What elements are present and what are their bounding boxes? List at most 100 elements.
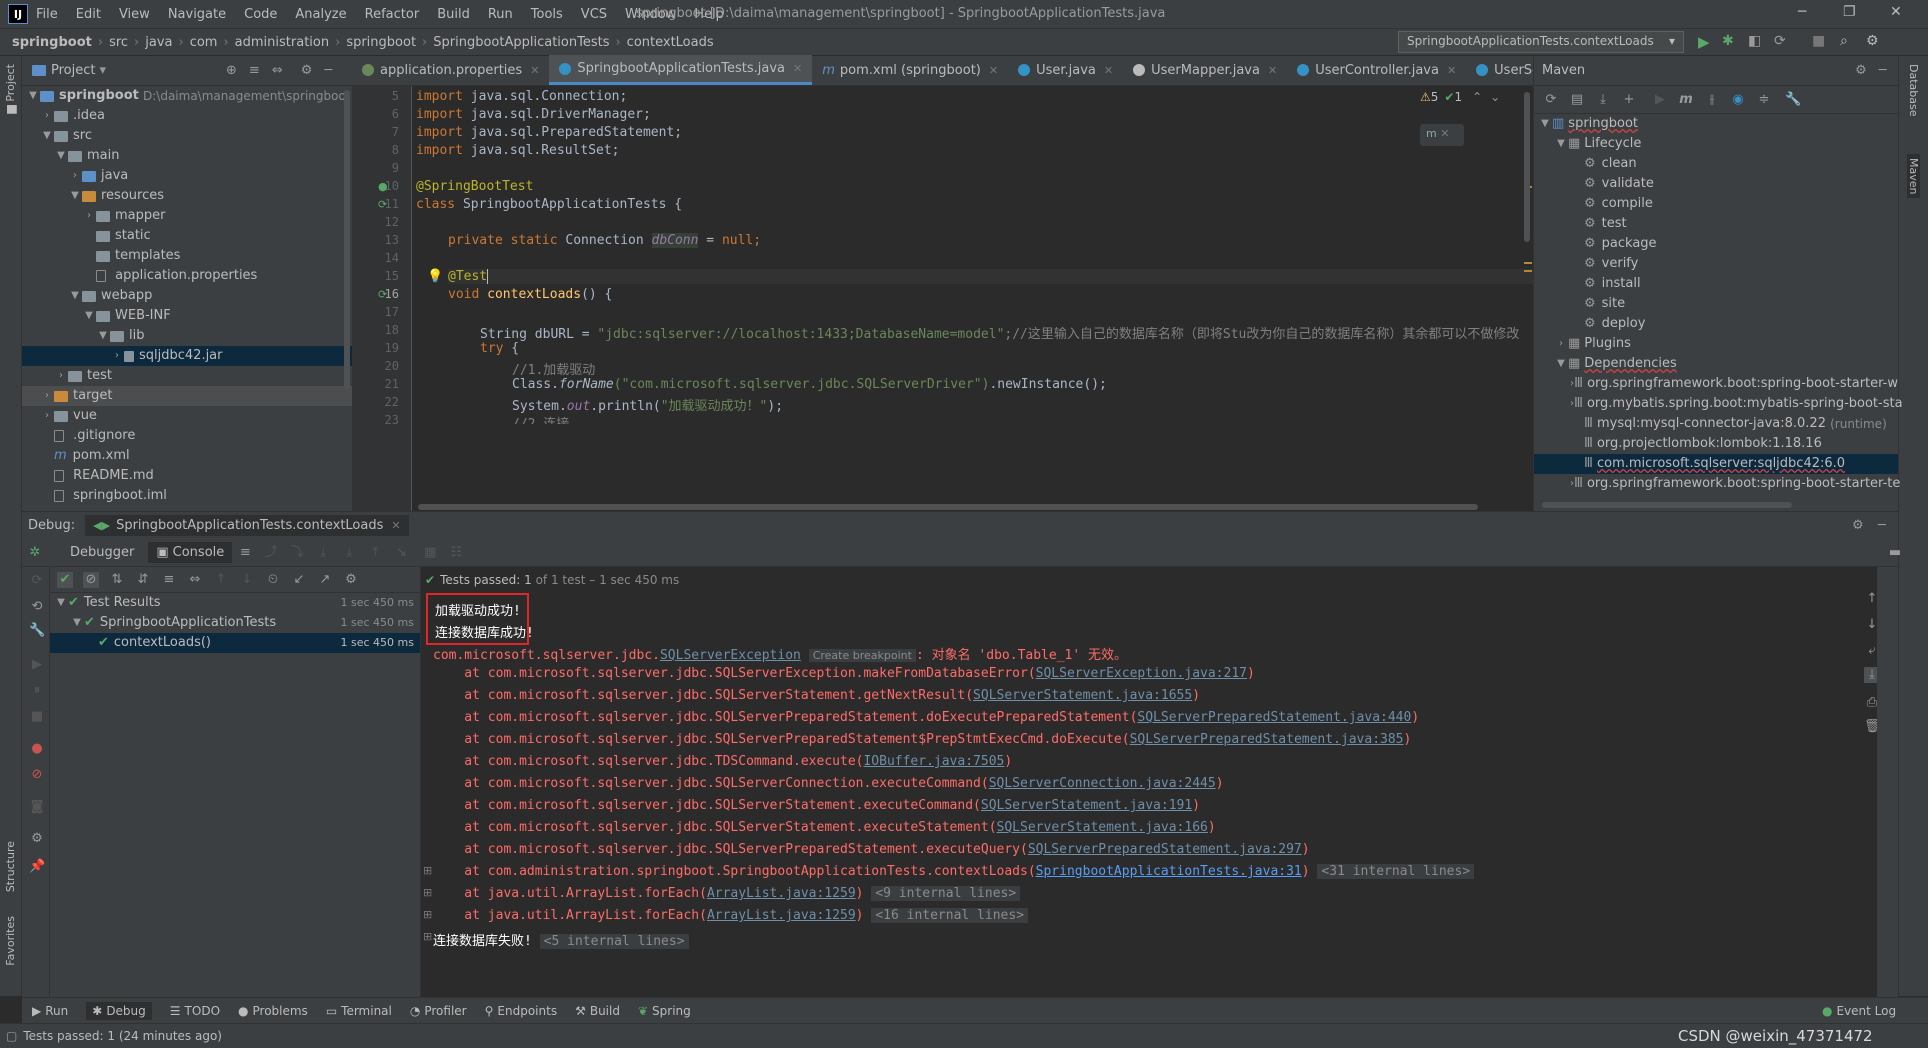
spring-bean-icon[interactable]: ● bbox=[378, 180, 388, 193]
create-breakpoint-button[interactable]: Create breakpoint bbox=[808, 649, 916, 662]
source-link[interactable]: SQLServerPreparedStatement.java:385 bbox=[1130, 732, 1404, 747]
maven-goal-compile[interactable]: ⚙ compile bbox=[1534, 194, 1898, 214]
breadcrumb-src[interactable]: src bbox=[109, 35, 128, 50]
stop-icon[interactable]: ■ bbox=[1812, 33, 1825, 49]
run-icon[interactable]: ▶ bbox=[1652, 92, 1668, 108]
tree-node-webapp[interactable]: ▼ webapp bbox=[22, 286, 352, 306]
close-icon[interactable]: ✕ bbox=[989, 64, 998, 77]
run-to-cursor-icon[interactable]: ↘ bbox=[393, 545, 409, 561]
tab-user-mapper-java[interactable]: UserMapper.java ✕ bbox=[1123, 55, 1287, 85]
run-configuration-select[interactable]: SpringbootApplicationTests.contextLoads … bbox=[1398, 31, 1684, 53]
chevron-down-icon[interactable]: ▾ bbox=[99, 63, 106, 78]
skip-tests-icon[interactable]: ◉ bbox=[1730, 92, 1746, 108]
pin-icon[interactable]: 📌 bbox=[29, 859, 45, 875]
maven-dep[interactable]: › Ⅲorg.springframework.boot:spring-boot-s… bbox=[1534, 374, 1898, 394]
tree-node-templates[interactable]: templates bbox=[22, 246, 352, 266]
project-panel-title[interactable]: Project bbox=[51, 63, 95, 78]
run-test-class-icon[interactable]: ⟳ bbox=[378, 198, 387, 211]
breadcrumb-springboot[interactable]: springboot bbox=[346, 35, 416, 50]
source-link[interactable]: SQLServerPreparedStatement.java:297 bbox=[1028, 842, 1302, 857]
maven-goal-package[interactable]: ⚙ package bbox=[1534, 234, 1898, 254]
chevron-up-icon[interactable]: ⌃ bbox=[1472, 90, 1482, 104]
wrench-icon[interactable]: 🔧 bbox=[1785, 92, 1801, 108]
tab-user-controller-java[interactable]: UserController.java ✕ bbox=[1287, 55, 1466, 85]
play-icon[interactable]: ▶ bbox=[29, 657, 45, 673]
run-test-method-icon[interactable]: ⟳ bbox=[378, 288, 387, 301]
locate-icon[interactable]: ⊕ bbox=[226, 63, 237, 78]
export-icon[interactable]: ↗ bbox=[317, 572, 333, 588]
maven-node-plugins[interactable]: › ▦ Plugins bbox=[1534, 334, 1898, 354]
structure-tool-window-tab[interactable]: Structure bbox=[4, 841, 17, 892]
source-link[interactable]: SQLServerConnection.java:2445 bbox=[989, 776, 1216, 791]
source-link[interactable]: SQLServerStatement.java:1655 bbox=[973, 688, 1192, 703]
tool-tab-problems[interactable]: ● Problems bbox=[238, 1004, 308, 1018]
menu-code[interactable]: Code bbox=[244, 7, 277, 22]
maven-tool-window-tab[interactable]: Maven bbox=[1907, 154, 1920, 199]
tree-node-application-properties[interactable]: application.properties bbox=[22, 266, 352, 286]
tree-node-gitignore[interactable]: .gitignore bbox=[22, 426, 352, 446]
pause-icon[interactable]: ⏸ bbox=[29, 683, 45, 699]
camera-icon[interactable]: ◙ bbox=[29, 799, 45, 815]
expand-all-icon[interactable]: ≡ bbox=[161, 572, 177, 588]
menu-file[interactable]: File bbox=[36, 7, 58, 22]
tree-node-main[interactable]: ▼ main bbox=[22, 146, 352, 166]
gear-icon[interactable]: ⚙ bbox=[1855, 63, 1867, 78]
maven-dep-selected[interactable]: Ⅲcom.microsoft.sqlserver:sqljdbc42:6.0 bbox=[1534, 454, 1898, 474]
tree-node-lib[interactable]: ▼ lib bbox=[22, 326, 352, 346]
expand-fold-icon[interactable]: ⊞ bbox=[423, 864, 432, 877]
sort-duration-icon[interactable]: ⇵ bbox=[135, 572, 151, 588]
gear-icon[interactable]: ⚙ bbox=[301, 63, 313, 78]
minimize-icon[interactable]: ─ bbox=[1798, 4, 1806, 20]
breadcrumb-administration[interactable]: administration bbox=[235, 35, 329, 50]
show-ignored-icon[interactable]: ⊘ bbox=[83, 571, 99, 588]
step-out-icon[interactable]: ⤒ bbox=[367, 545, 383, 561]
maven-goal-clean[interactable]: ⚙ clean bbox=[1534, 154, 1898, 174]
console-output[interactable]: ✔ Tests passed: 1 of 1 test – 1 sec 450 … bbox=[421, 567, 1881, 997]
internal-lines-fold[interactable]: <5 internal lines> bbox=[539, 934, 689, 949]
tree-node-target[interactable]: › target bbox=[22, 386, 352, 406]
maven-goal-deploy[interactable]: ⚙ deploy bbox=[1534, 314, 1898, 334]
menu-run[interactable]: Run bbox=[488, 7, 513, 22]
tree-node-pom-xml[interactable]: m pom.xml bbox=[22, 446, 352, 466]
close-icon[interactable]: ✕ bbox=[1104, 64, 1113, 77]
menu-view[interactable]: View bbox=[119, 7, 150, 22]
close-icon[interactable]: ✕ bbox=[793, 62, 802, 75]
close-icon[interactable]: ✕ bbox=[530, 64, 539, 77]
run-icon[interactable]: ▶ bbox=[1698, 33, 1710, 51]
menu-edit[interactable]: Edit bbox=[76, 7, 101, 22]
debug-icon[interactable]: ✱ bbox=[1722, 33, 1734, 49]
history-icon[interactable]: ⏲ bbox=[265, 572, 281, 588]
menu-analyze[interactable]: Analyze bbox=[295, 7, 346, 22]
show-dependencies-icon[interactable]: ≑ bbox=[1756, 92, 1772, 108]
maven-node-lifecycle[interactable]: ▼ ▦ Lifecycle bbox=[1534, 134, 1898, 154]
gear-icon[interactable]: ⚙ bbox=[343, 572, 359, 588]
tool-tab-event-log[interactable]: ● Event Log bbox=[1822, 1004, 1896, 1018]
maven-horizontal-scrollbar[interactable] bbox=[1542, 502, 1792, 508]
expand-all-icon[interactable]: ≡ bbox=[249, 63, 260, 78]
tree-node-springboot[interactable]: ▼ springboot D:\daima\management\springbo… bbox=[22, 86, 352, 106]
source-link[interactable]: ArrayList.java:1259 bbox=[707, 908, 856, 923]
generate-sources-icon[interactable]: ▤ bbox=[1569, 92, 1585, 108]
error-stripe-mark[interactable] bbox=[1524, 262, 1532, 264]
maven-dep[interactable]: › Ⅲorg.springframework.boot:spring-boot-s… bbox=[1534, 474, 1900, 494]
tree-node-idea[interactable]: › .idea bbox=[22, 106, 352, 126]
breadcrumb-project[interactable]: springboot bbox=[12, 35, 92, 50]
debug-session-tab[interactable]: ◀▶ SpringbootApplicationTests.contextLoad… bbox=[85, 515, 409, 536]
collapse-all-icon[interactable]: ⇔ bbox=[187, 572, 203, 588]
tree-node-web-inf[interactable]: ▼ WEB-INF bbox=[22, 306, 352, 326]
sort-alpha-icon[interactable]: ⇅ bbox=[109, 572, 125, 588]
wrench-icon[interactable]: 🔧 bbox=[29, 623, 45, 639]
maximize-icon[interactable]: ❐ bbox=[1843, 4, 1856, 20]
hide-icon[interactable]: ─ bbox=[324, 63, 332, 78]
database-tool-window-tab[interactable]: Database bbox=[1907, 64, 1920, 117]
maven-goal-install[interactable]: ⚙ install bbox=[1534, 274, 1898, 294]
tab-application-properties[interactable]: application.properties ✕ bbox=[352, 55, 549, 85]
tab-console[interactable]: ▣ Console bbox=[148, 542, 233, 563]
previous-test-icon[interactable]: ↑ bbox=[213, 572, 229, 588]
tab-springboot-application-tests[interactable]: SpringbootApplicationTests.java ✕ bbox=[549, 55, 813, 85]
rerun-failed-icon[interactable]: ⟳ bbox=[29, 573, 45, 589]
inspection-widget[interactable]: ⚠ 5 ✔ 1 ⌃ ⌄ bbox=[1420, 90, 1500, 104]
tree-node-src[interactable]: ▼ src bbox=[22, 126, 352, 146]
trace-icon[interactable]: ☷ bbox=[448, 545, 464, 561]
tool-tab-profiler[interactable]: ◔ Profiler bbox=[410, 1004, 467, 1018]
